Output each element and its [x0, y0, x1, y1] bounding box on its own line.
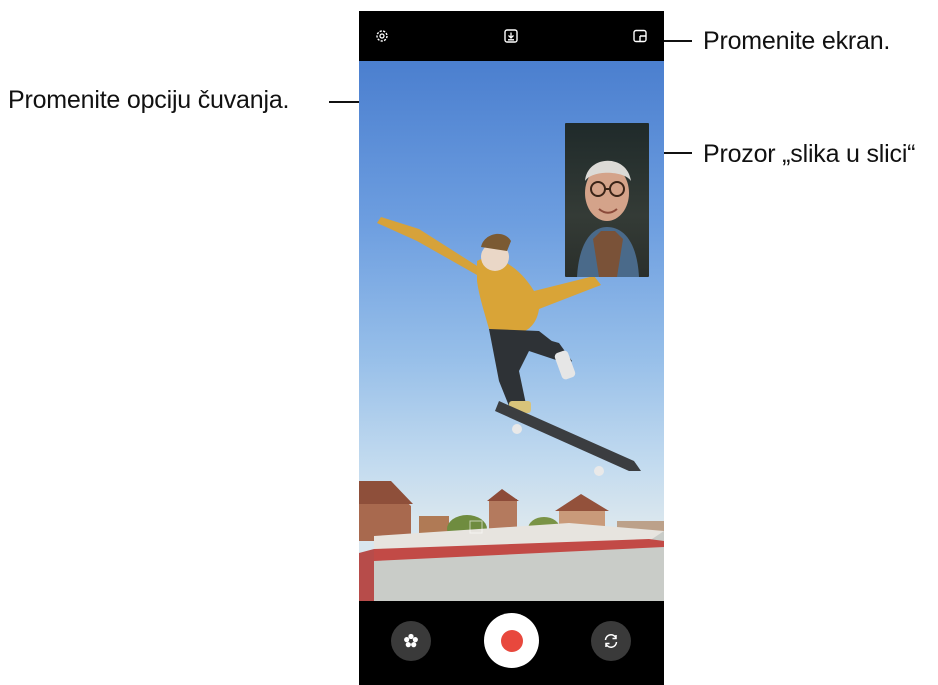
callout-change-screen: Promenite ekran. — [703, 27, 891, 55]
split-screen-icon[interactable] — [632, 28, 648, 44]
pip-person — [577, 160, 639, 277]
viewfinder[interactable]: ‹ — [359, 61, 664, 601]
camera-top-bar — [359, 11, 664, 61]
effects-button[interactable] — [391, 621, 431, 661]
camera-bottom-bar — [359, 601, 664, 685]
callout-pip-window: Prozor „slika u slici“ — [703, 140, 916, 168]
record-icon — [500, 629, 523, 652]
record-button[interactable] — [484, 613, 539, 668]
download-icon[interactable] — [503, 28, 519, 44]
flower-icon — [404, 633, 418, 648]
pip-window[interactable] — [565, 123, 649, 277]
switch-camera-icon — [604, 634, 618, 648]
callout-save-option: Promenite opciju čuvanja. — [8, 86, 290, 114]
switch-camera-button[interactable] — [591, 621, 631, 661]
gear-icon[interactable] — [374, 28, 390, 44]
phone-screen: ‹ — [359, 11, 664, 685]
